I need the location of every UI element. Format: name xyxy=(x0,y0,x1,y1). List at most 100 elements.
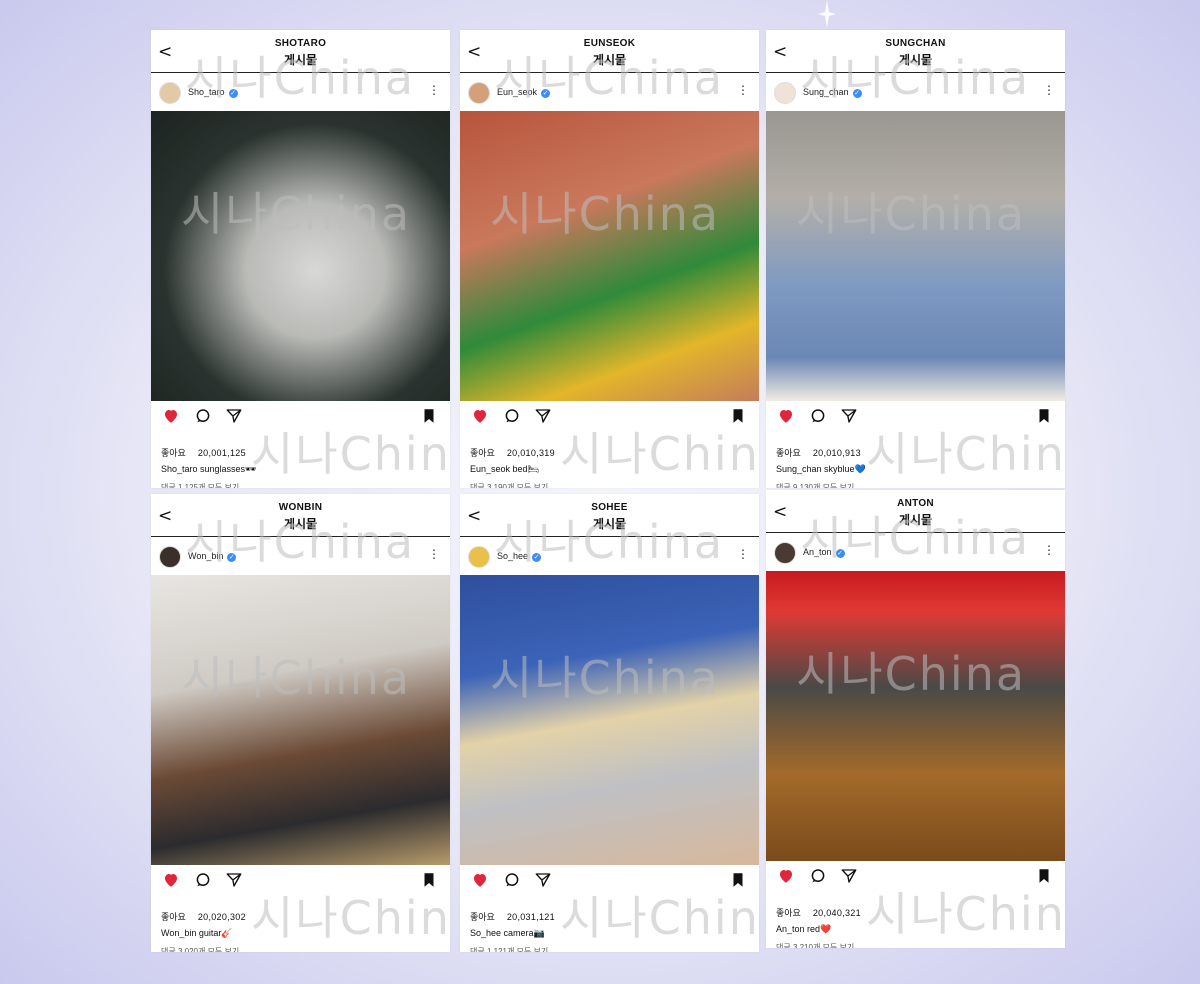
post-topbar: < SOHEE 게시물 xyxy=(460,494,759,536)
post-card-shotaro: < SHOTARO 게시물 Sho_taro ✓ ⋮ 좋아요 20,001,125 … xyxy=(151,30,450,488)
view-comments-link[interactable]: 댓글 3,020개 모두 보기 xyxy=(161,946,239,952)
post-caption: Eun_seok bed🛏 xyxy=(470,464,539,474)
post-photo[interactable] xyxy=(151,111,450,401)
post-user-row: Sung_chan ✓ ⋮ xyxy=(766,73,1065,111)
post-header-label: 게시물 xyxy=(592,517,627,531)
likes-count: 좋아요 20,020,302 xyxy=(161,912,246,922)
post-card-sohee: < SOHEE 게시물 So_hee ✓ ⋮ 좋아요 20,031,121 So_h… xyxy=(460,494,759,952)
more-options-icon[interactable]: ⋮ xyxy=(1043,544,1055,556)
verified-badge-icon: ✓ xyxy=(835,549,845,558)
verified-badge-icon: ✓ xyxy=(227,553,237,562)
heart-icon[interactable] xyxy=(777,867,795,885)
bookmark-icon[interactable] xyxy=(1035,867,1053,885)
post-card-anton: < ANTON 게시물 An_ton ✓ ⋮ 좋아요 20,040,321 An_t… xyxy=(766,490,1065,948)
view-comments-link[interactable]: 댓글 1,121개 모두 보기 xyxy=(470,946,548,952)
heart-icon[interactable] xyxy=(777,407,795,425)
verified-badge-icon: ✓ xyxy=(532,553,542,562)
share-icon[interactable] xyxy=(840,407,858,425)
post-actions xyxy=(766,401,1065,431)
post-header-label: 게시물 xyxy=(898,53,933,67)
post-actions xyxy=(460,401,759,431)
post-topbar: < SUNGCHAN 게시물 xyxy=(766,30,1065,72)
verified-badge-icon: ✓ xyxy=(852,89,862,98)
more-options-icon[interactable]: ⋮ xyxy=(1043,84,1055,96)
post-header-label: 게시물 xyxy=(898,513,933,527)
heart-icon[interactable] xyxy=(471,407,489,425)
likes-count: 좋아요 20,010,913 xyxy=(776,448,861,458)
user-handle[interactable]: Sho_taro ✓ xyxy=(188,87,238,98)
heart-icon[interactable] xyxy=(162,871,180,889)
post-caption: Sung_chan skyblue💙 xyxy=(776,464,866,474)
post-topbar: < ANTON 게시물 xyxy=(766,490,1065,532)
post-caption: Won_bin guitar🎸 xyxy=(161,928,233,938)
more-options-icon[interactable]: ⋮ xyxy=(737,548,749,560)
avatar[interactable] xyxy=(774,82,796,104)
share-icon[interactable] xyxy=(225,871,243,889)
view-comments-link[interactable]: 댓글 9,130개 모두 보기 xyxy=(776,482,854,488)
verified-badge-icon: ✓ xyxy=(228,89,238,98)
bookmark-icon[interactable] xyxy=(729,407,747,425)
more-options-icon[interactable]: ⋮ xyxy=(737,84,749,96)
comment-icon[interactable] xyxy=(809,867,827,885)
post-topbar: < SHOTARO 게시물 xyxy=(151,30,450,72)
view-comments-link[interactable]: 댓글 3,190개 모두 보기 xyxy=(470,482,548,488)
comment-icon[interactable] xyxy=(503,871,521,889)
view-comments-link[interactable]: 댓글 3,210개 모두 보기 xyxy=(776,942,854,948)
view-comments-link[interactable]: 댓글 1,125개 모두 보기 xyxy=(161,482,239,488)
heart-icon[interactable] xyxy=(162,407,180,425)
post-header-label: 게시물 xyxy=(283,517,318,531)
post-user-row: Won_bin ✓ ⋮ xyxy=(151,537,450,575)
avatar[interactable] xyxy=(468,82,490,104)
post-card-eunseok: < EUNSEOK 게시물 Eun_seok ✓ ⋮ 좋아요 20,010,319 … xyxy=(460,30,759,488)
verified-badge-icon: ✓ xyxy=(541,89,551,98)
post-actions xyxy=(151,401,450,431)
user-handle[interactable]: Sung_chan ✓ xyxy=(803,87,862,98)
post-header-label: 게시물 xyxy=(283,53,318,67)
share-icon[interactable] xyxy=(840,867,858,885)
bookmark-icon[interactable] xyxy=(1035,407,1053,425)
likes-count: 좋아요 20,031,121 xyxy=(470,912,555,922)
user-handle[interactable]: Eun_seok ✓ xyxy=(497,87,551,98)
post-header-label: 게시물 xyxy=(592,53,627,67)
bookmark-icon[interactable] xyxy=(420,407,438,425)
bookmark-icon[interactable] xyxy=(729,871,747,889)
post-photo[interactable] xyxy=(151,575,450,865)
post-photo[interactable] xyxy=(460,575,759,865)
more-options-icon[interactable]: ⋮ xyxy=(428,84,440,96)
likes-count: 좋아요 20,010,319 xyxy=(470,448,555,458)
avatar[interactable] xyxy=(159,82,181,104)
profile-name-title: SUNGCHAN xyxy=(885,38,946,49)
user-handle[interactable]: So_hee ✓ xyxy=(497,551,542,562)
profile-name-title: SOHEE xyxy=(591,502,628,513)
post-topbar: < WONBIN 게시물 xyxy=(151,494,450,536)
post-photo[interactable] xyxy=(766,111,1065,401)
comment-icon[interactable] xyxy=(809,407,827,425)
post-actions xyxy=(460,865,759,895)
profile-name-title: EUNSEOK xyxy=(583,38,636,49)
avatar[interactable] xyxy=(159,546,181,568)
comment-icon[interactable] xyxy=(194,407,212,425)
user-handle[interactable]: An_ton ✓ xyxy=(803,547,845,558)
post-caption: Sho_taro sunglasses🕶 xyxy=(161,464,257,474)
likes-count: 좋아요 20,001,125 xyxy=(161,448,246,458)
profile-name-title: SHOTARO xyxy=(274,38,327,49)
post-card-wonbin: < WONBIN 게시물 Won_bin ✓ ⋮ 좋아요 20,020,302 Wo… xyxy=(151,494,450,952)
heart-icon[interactable] xyxy=(471,871,489,889)
user-handle[interactable]: Won_bin ✓ xyxy=(188,551,237,562)
comment-icon[interactable] xyxy=(503,407,521,425)
share-icon[interactable] xyxy=(225,407,243,425)
post-actions xyxy=(151,865,450,895)
post-photo[interactable] xyxy=(766,571,1065,861)
more-options-icon[interactable]: ⋮ xyxy=(428,548,440,560)
likes-count: 좋아요 20,040,321 xyxy=(776,908,861,918)
post-actions xyxy=(766,861,1065,891)
avatar[interactable] xyxy=(774,542,796,564)
post-user-row: Sho_taro ✓ ⋮ xyxy=(151,73,450,111)
post-caption: So_hee camera📷 xyxy=(470,928,545,938)
share-icon[interactable] xyxy=(534,871,552,889)
share-icon[interactable] xyxy=(534,407,552,425)
post-photo[interactable] xyxy=(460,111,759,401)
bookmark-icon[interactable] xyxy=(420,871,438,889)
avatar[interactable] xyxy=(468,546,490,568)
comment-icon[interactable] xyxy=(194,871,212,889)
